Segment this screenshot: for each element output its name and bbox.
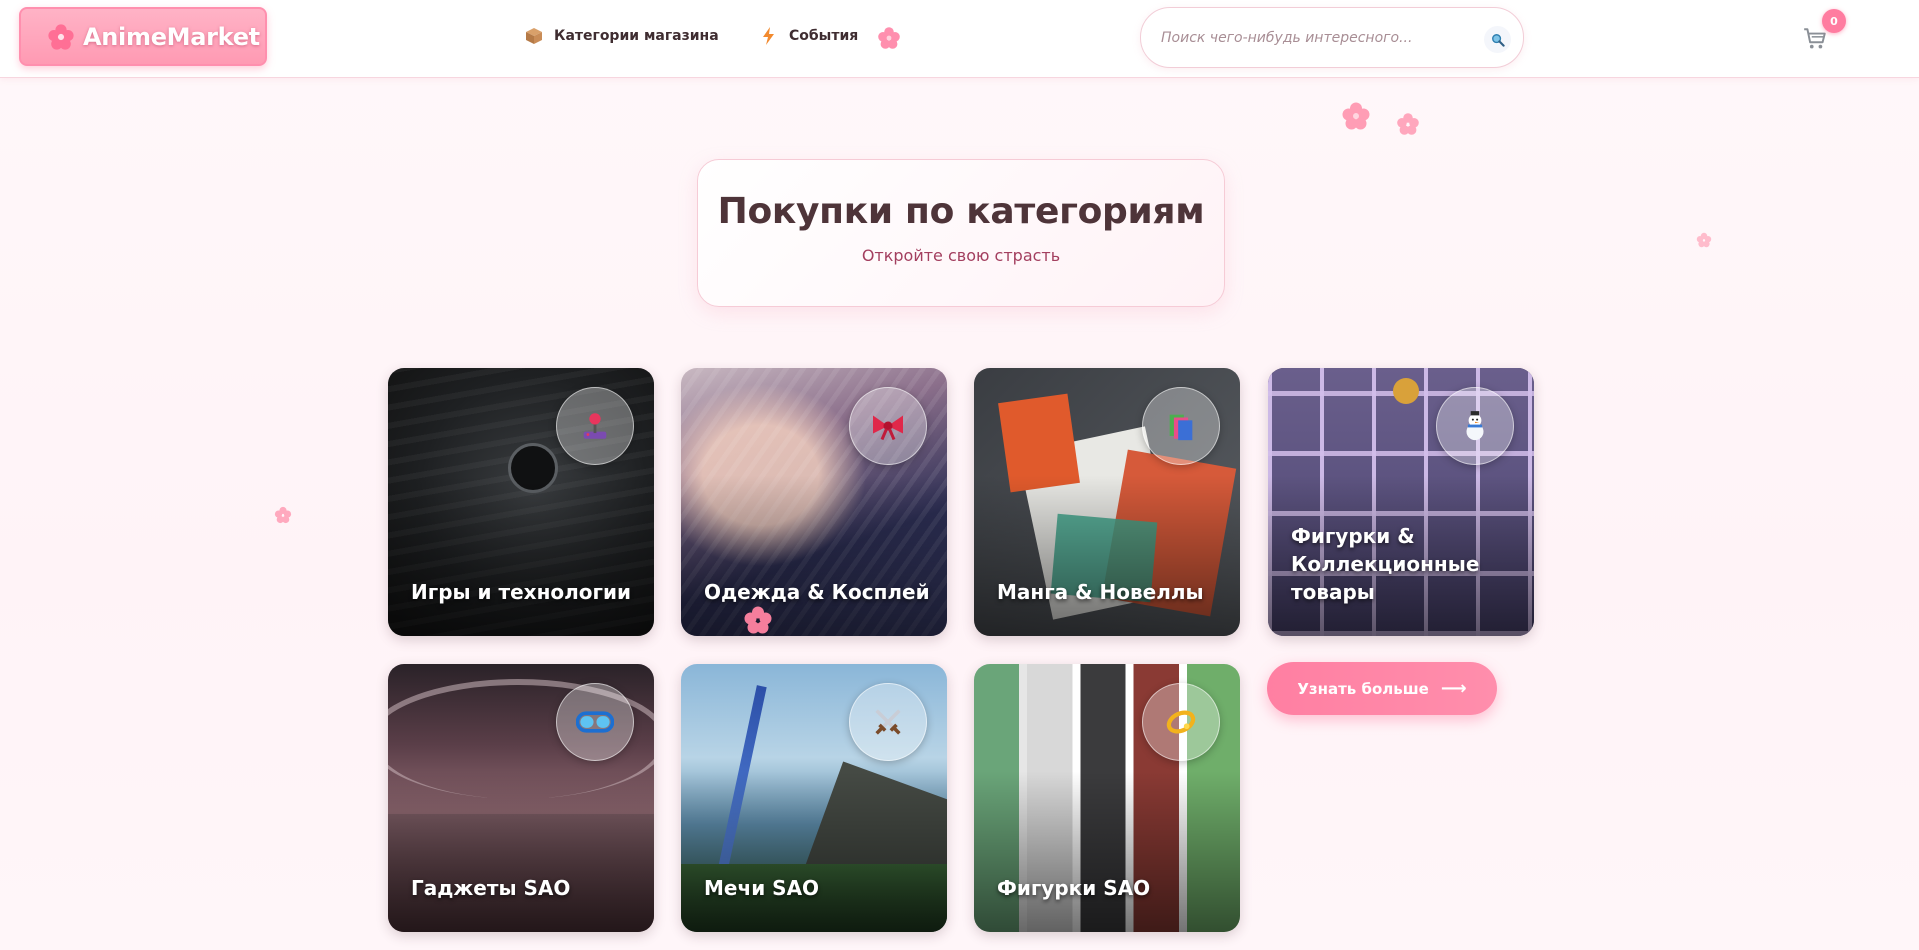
page-title: Покупки по категориям: [717, 191, 1205, 232]
site-logo[interactable]: AnimeMarket: [19, 7, 267, 66]
goggles-icon: [556, 683, 634, 761]
sakura-petal-decoration: [878, 27, 900, 49]
category-label: Фигурки SAO: [997, 876, 1151, 900]
halo-icon: [1142, 683, 1220, 761]
learn-more-label: Узнать больше: [1297, 679, 1429, 698]
box-icon: [526, 28, 542, 44]
joystick-icon: [556, 387, 634, 465]
books-icon: [1142, 387, 1220, 465]
cart-count-badge: 0: [1822, 9, 1846, 33]
category-card-games-tech[interactable]: Игры и технологии: [388, 368, 654, 636]
crossed-swords-icon: [849, 683, 927, 761]
category-card-sao-swords[interactable]: Мечи SAO: [681, 664, 947, 932]
nav-label: Категории магазина: [554, 28, 719, 44]
category-label: Гаджеты SAO: [411, 876, 571, 900]
categories-heading-box: Покупки по категориям Откройте свою стра…: [697, 159, 1225, 307]
cart-icon[interactable]: [1802, 26, 1828, 52]
sakura-petal-decoration: [1696, 232, 1712, 248]
page-subtitle: Откройте свою страсть: [861, 246, 1061, 265]
category-card-sao-figures[interactable]: Фигурки SAO: [974, 664, 1240, 932]
sakura-petal-decoration: [1397, 113, 1419, 135]
sakura-petal-decoration: [274, 506, 292, 524]
category-card-manga-novels[interactable]: Манга & Новеллы: [974, 368, 1240, 636]
logo-text: AnimeMarket: [83, 22, 260, 51]
nav-store-categories[interactable]: Категории магазина: [524, 26, 719, 46]
sakura-petal-decoration: [1342, 102, 1370, 130]
search-button[interactable]: [1484, 26, 1511, 53]
category-card-sao-gadgets[interactable]: Гаджеты SAO: [388, 664, 654, 932]
learn-more-button[interactable]: Узнать больше ⟶: [1267, 662, 1497, 715]
snowman-icon: [1436, 387, 1514, 465]
search-input[interactable]: [1161, 26, 1461, 50]
sakura-petal-decoration: [744, 606, 772, 634]
category-label: Одежда & Косплей: [704, 580, 930, 604]
category-label: Игры и технологии: [411, 580, 632, 604]
category-label: Манга & Новеллы: [997, 580, 1204, 604]
category-card-figures-collectibles[interactable]: Фигурки & Коллекционные товары: [1268, 368, 1534, 636]
category-label: Фигурки & Коллекционные товары: [1291, 524, 1480, 604]
sakura-icon: [48, 23, 74, 50]
nav-label: События: [789, 28, 859, 44]
category-label: Мечи SAO: [704, 876, 820, 900]
category-card-clothing-cosplay[interactable]: Одежда & Косплей: [681, 368, 947, 636]
nav-events[interactable]: События: [759, 26, 858, 46]
top-navigation-bar: AnimeMarket Категории магазина События 0: [0, 0, 1919, 78]
search-bar: [1140, 7, 1524, 68]
arrow-right-icon: ⟶: [1440, 678, 1467, 699]
ribbon-icon: [849, 387, 927, 465]
lightning-icon: [763, 27, 774, 45]
search-icon: [1491, 33, 1505, 47]
